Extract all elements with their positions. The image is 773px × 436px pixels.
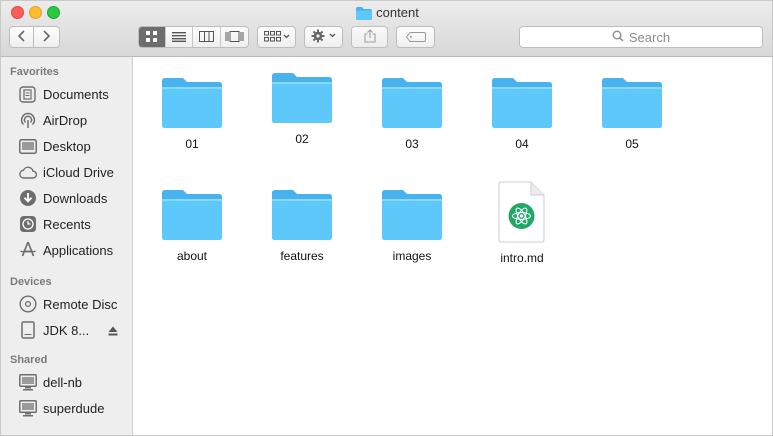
view-mode-group (138, 26, 249, 48)
file-name: intro.md (500, 251, 544, 265)
computer-icon (18, 373, 37, 392)
sidebar-item-icloud[interactable]: iCloud Drive (1, 160, 132, 184)
sidebar-item-desktop[interactable]: Desktop (1, 134, 132, 158)
downloads-icon (18, 189, 37, 208)
airdrop-icon (18, 111, 37, 130)
columns-icon (198, 30, 214, 45)
window-title-text: content (376, 5, 419, 20)
file-name: about (176, 249, 208, 263)
folder-icon (357, 189, 467, 244)
computer-icon (18, 399, 37, 418)
sidebar-item-recents[interactable]: Recents (1, 212, 132, 236)
drive-icon (18, 321, 37, 340)
folder-icon (247, 72, 357, 127)
file-item-folder[interactable]: features (247, 189, 357, 263)
file-name: 02 (295, 132, 309, 146)
file-browser: 01 02 03 04 05 about features images int… (134, 57, 772, 435)
sidebar-item-label: Recents (43, 216, 91, 232)
search-icon (612, 30, 629, 45)
eject-icon[interactable] (108, 324, 118, 339)
favorites-heading: Favorites (10, 66, 59, 78)
file-item-document[interactable]: intro.md (467, 181, 577, 265)
share-button[interactable] (351, 26, 388, 48)
documents-icon (18, 85, 37, 104)
sidebar-item-label: JDK 8... (43, 322, 90, 338)
forward-button[interactable] (34, 26, 60, 48)
chevron-left-icon (17, 29, 26, 45)
icon-view-button[interactable] (139, 27, 166, 47)
sidebar-item-applications[interactable]: Applications (1, 238, 132, 262)
file-name: 03 (405, 137, 419, 151)
folder-icon (356, 7, 373, 23)
atom-document-icon (467, 181, 577, 246)
gallery-view-button[interactable] (221, 27, 248, 47)
search-placeholder: Search (628, 29, 671, 45)
title-bar: content Search (1, 1, 772, 57)
disc-icon (18, 295, 37, 314)
folder-icon (357, 77, 467, 132)
arrange-icon (263, 30, 290, 45)
file-item-folder[interactable]: 04 (467, 77, 577, 151)
search-field[interactable]: Search (519, 26, 763, 48)
cloud-icon (18, 163, 37, 182)
sidebar-item-documents[interactable]: Documents (1, 82, 132, 106)
desktop-icon (18, 137, 37, 156)
file-item-folder[interactable]: about (137, 189, 247, 263)
share-icon (363, 28, 376, 46)
chevron-right-icon (42, 29, 51, 45)
sidebar-item-dell-nb[interactable]: dell-nb (1, 370, 132, 394)
sidebar: Favorites Documents AirDrop Desktop iClo… (1, 57, 133, 435)
back-button[interactable] (9, 26, 34, 48)
folder-icon (467, 77, 577, 132)
file-name: 01 (185, 137, 199, 151)
tag-icon (405, 30, 426, 45)
file-name: features (280, 249, 324, 263)
file-name: 04 (515, 137, 529, 151)
sidebar-item-superdude[interactable]: superdude (1, 396, 132, 420)
clock-icon (18, 215, 37, 234)
file-item-folder[interactable]: images (357, 189, 467, 263)
sidebar-item-label: AirDrop (43, 112, 88, 128)
window-title: content (1, 5, 772, 23)
file-name: images (392, 249, 432, 263)
tag-button[interactable] (396, 26, 435, 48)
shared-heading: Shared (10, 354, 48, 366)
sidebar-item-label: Desktop (43, 138, 91, 154)
folder-icon (247, 189, 357, 244)
file-item-folder[interactable]: 05 (577, 77, 687, 151)
sidebar-item-remote-disc[interactable]: Remote Disc (1, 292, 132, 316)
file-item-folder[interactable]: 02 (247, 72, 357, 146)
list-view-button[interactable] (166, 27, 194, 47)
sidebar-item-label: Remote Disc (43, 296, 118, 312)
sidebar-item-label: superdude (43, 400, 105, 416)
sidebar-item-label: dell-nb (43, 374, 83, 390)
sidebar-item-downloads[interactable]: Downloads (1, 186, 132, 210)
action-button[interactable] (304, 26, 343, 48)
folder-icon (137, 77, 247, 132)
sidebar-item-jdk[interactable]: JDK 8... (1, 318, 132, 342)
folder-icon (577, 77, 687, 132)
arrange-button[interactable] (257, 26, 296, 48)
cover-flow-icon (225, 30, 244, 45)
sidebar-item-label: iCloud Drive (43, 164, 114, 180)
file-item-folder[interactable]: 03 (357, 77, 467, 151)
column-view-button[interactable] (193, 27, 221, 47)
folder-icon (137, 189, 247, 244)
sidebar-item-label: Downloads (43, 190, 108, 206)
file-name: 05 (625, 137, 639, 151)
list-icon (171, 30, 186, 45)
gear-icon (311, 29, 337, 46)
grid-icon (146, 30, 158, 45)
applications-icon (18, 241, 37, 260)
finder-window: content Search Favorites Documents AirDr… (0, 0, 773, 436)
sidebar-item-label: Documents (43, 86, 109, 102)
sidebar-item-label: Applications (43, 242, 114, 258)
file-item-folder[interactable]: 01 (137, 77, 247, 151)
sidebar-item-airdrop[interactable]: AirDrop (1, 108, 132, 132)
devices-heading: Devices (10, 276, 52, 288)
